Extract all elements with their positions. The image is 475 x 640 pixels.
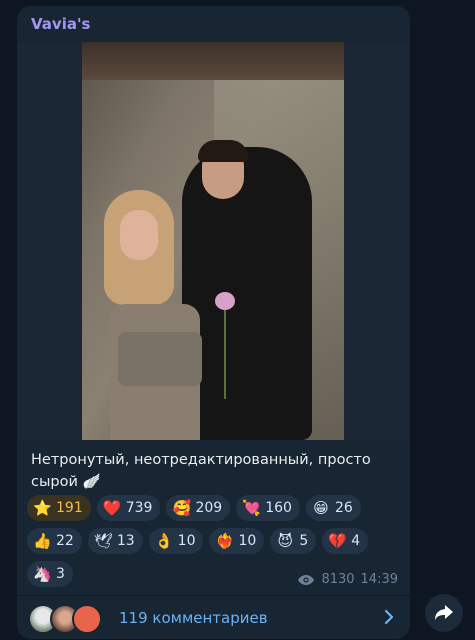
comments-count-label: 119 комментариев	[119, 608, 268, 627]
avatar	[72, 604, 102, 634]
photo-man-figure	[182, 147, 312, 440]
photo-man-hair	[198, 140, 248, 162]
reaction-count: 191	[56, 500, 83, 516]
reaction-dove[interactable]: 🕊 13	[87, 528, 143, 554]
views-count: 8130	[321, 572, 355, 587]
unicorn-icon: 🦄	[33, 565, 52, 583]
reaction-grin[interactable]: 😁 26	[305, 495, 361, 521]
commenter-avatars	[28, 596, 108, 639]
photo-ceiling-beam	[82, 42, 344, 80]
reaction-count: 10	[177, 533, 196, 549]
eye-icon	[298, 574, 315, 585]
message-meta: 8130 14:39	[297, 572, 398, 587]
heart-arrow-icon: 💘	[242, 499, 261, 517]
reaction-smiling-hearts[interactable]: 🥰 209	[166, 495, 231, 521]
reaction-count: 22	[56, 533, 74, 549]
share-button[interactable]	[425, 594, 463, 632]
heart-icon: ❤️	[102, 499, 122, 517]
photo-flower-stem	[224, 304, 226, 399]
grinning-face-icon: 😁	[313, 499, 329, 517]
reaction-count: 209	[195, 500, 223, 516]
ok-hand-icon: 👌	[154, 532, 174, 550]
dove-icon: 🕊	[93, 532, 113, 550]
message-bubble: Vavia's Нетронутый, неотредактированный,…	[17, 6, 410, 639]
reaction-ok-hand[interactable]: 👌 10	[148, 528, 204, 554]
message-time: 14:39	[360, 572, 398, 587]
reaction-heart-fire[interactable]: ❤️‍🔥 10	[209, 528, 265, 554]
reaction-heart[interactable]: ❤️ 739	[96, 495, 161, 521]
channel-name[interactable]: Vavia's	[31, 15, 90, 33]
reaction-count: 13	[116, 533, 135, 549]
reaction-count: 26	[334, 500, 353, 516]
photo-woman-top	[118, 332, 202, 386]
star-icon: ⭐	[33, 499, 52, 517]
reaction-devil[interactable]: 😈 5	[270, 528, 317, 554]
reaction-count: 3	[56, 566, 65, 582]
reaction-count: 10	[238, 533, 257, 549]
heart-on-fire-icon: ❤️‍🔥	[215, 532, 235, 550]
reaction-broken-heart[interactable]: 💔 4	[322, 528, 369, 554]
reaction-unicorn[interactable]: 🦄 3	[27, 561, 73, 587]
reaction-count: 739	[125, 500, 153, 516]
reaction-heart-arrow[interactable]: 💘 160	[236, 495, 300, 521]
share-arrow-icon	[435, 605, 453, 620]
thumbs-up-icon: 👍	[33, 532, 52, 550]
reaction-count: 5	[299, 533, 309, 549]
photo-flower	[215, 292, 235, 310]
chevron-right-icon	[384, 609, 394, 625]
reaction-count: 4	[351, 533, 361, 549]
post-photo-container	[17, 42, 410, 440]
post-photo[interactable]	[82, 42, 344, 440]
smiling-devil-icon: 😈	[277, 532, 294, 550]
reaction-thumbs-up[interactable]: 👍 22	[27, 528, 82, 554]
smiling-face-hearts-icon: 🥰	[172, 499, 192, 517]
reaction-count: 160	[265, 500, 292, 516]
post-caption: Нетронутый, неотредактированный, просто …	[31, 452, 371, 490]
reaction-star[interactable]: ⭐ 191	[27, 495, 91, 521]
photo-woman-face	[120, 210, 158, 260]
broken-heart-icon: 💔	[328, 532, 347, 550]
comments-button[interactable]: 119 комментариев	[17, 596, 410, 639]
